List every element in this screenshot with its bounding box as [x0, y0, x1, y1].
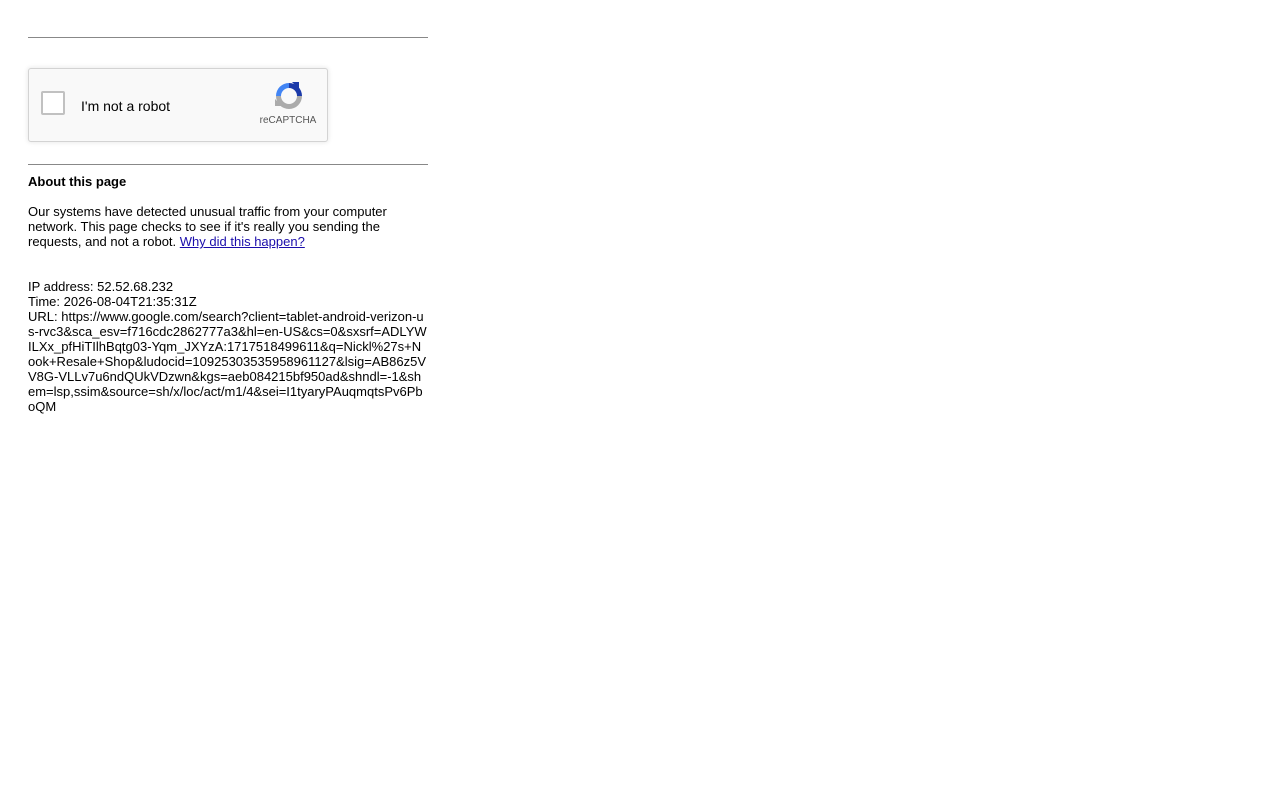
not-robot-label[interactable]: I'm not a robot [81, 98, 170, 114]
recaptcha-brand: reCAPTCHA [259, 115, 317, 126]
ip-label: IP address: [28, 279, 94, 294]
time-label: Time: [28, 294, 61, 309]
url-line: URL: https://www.google.com/search?clien… [28, 309, 428, 414]
about-title: About this page [28, 174, 127, 189]
ip-address-line: IP address: 52.52.68.232 [28, 279, 428, 294]
ip-value: 52.52.68.232 [97, 279, 174, 294]
why-did-this-happen-link[interactable]: Why did this happen? [180, 234, 305, 249]
time-value: 2026-08-04T21:35:31Z [63, 294, 197, 309]
top-divider [28, 37, 428, 38]
about-text: Our systems have detected unusual traffi… [28, 204, 428, 249]
middle-divider [28, 164, 428, 165]
url-label: URL: [28, 309, 58, 324]
not-robot-checkbox[interactable] [41, 91, 65, 115]
url-value: https://www.google.com/search?client=tab… [28, 309, 427, 414]
recaptcha-logo-icon [275, 82, 302, 109]
recaptcha-widget: I'm not a robot reCAPTCHA [28, 68, 328, 142]
request-info: IP address: 52.52.68.232 Time: 2026-08-0… [28, 279, 428, 414]
time-line: Time: 2026-08-04T21:35:31Z [28, 294, 428, 309]
